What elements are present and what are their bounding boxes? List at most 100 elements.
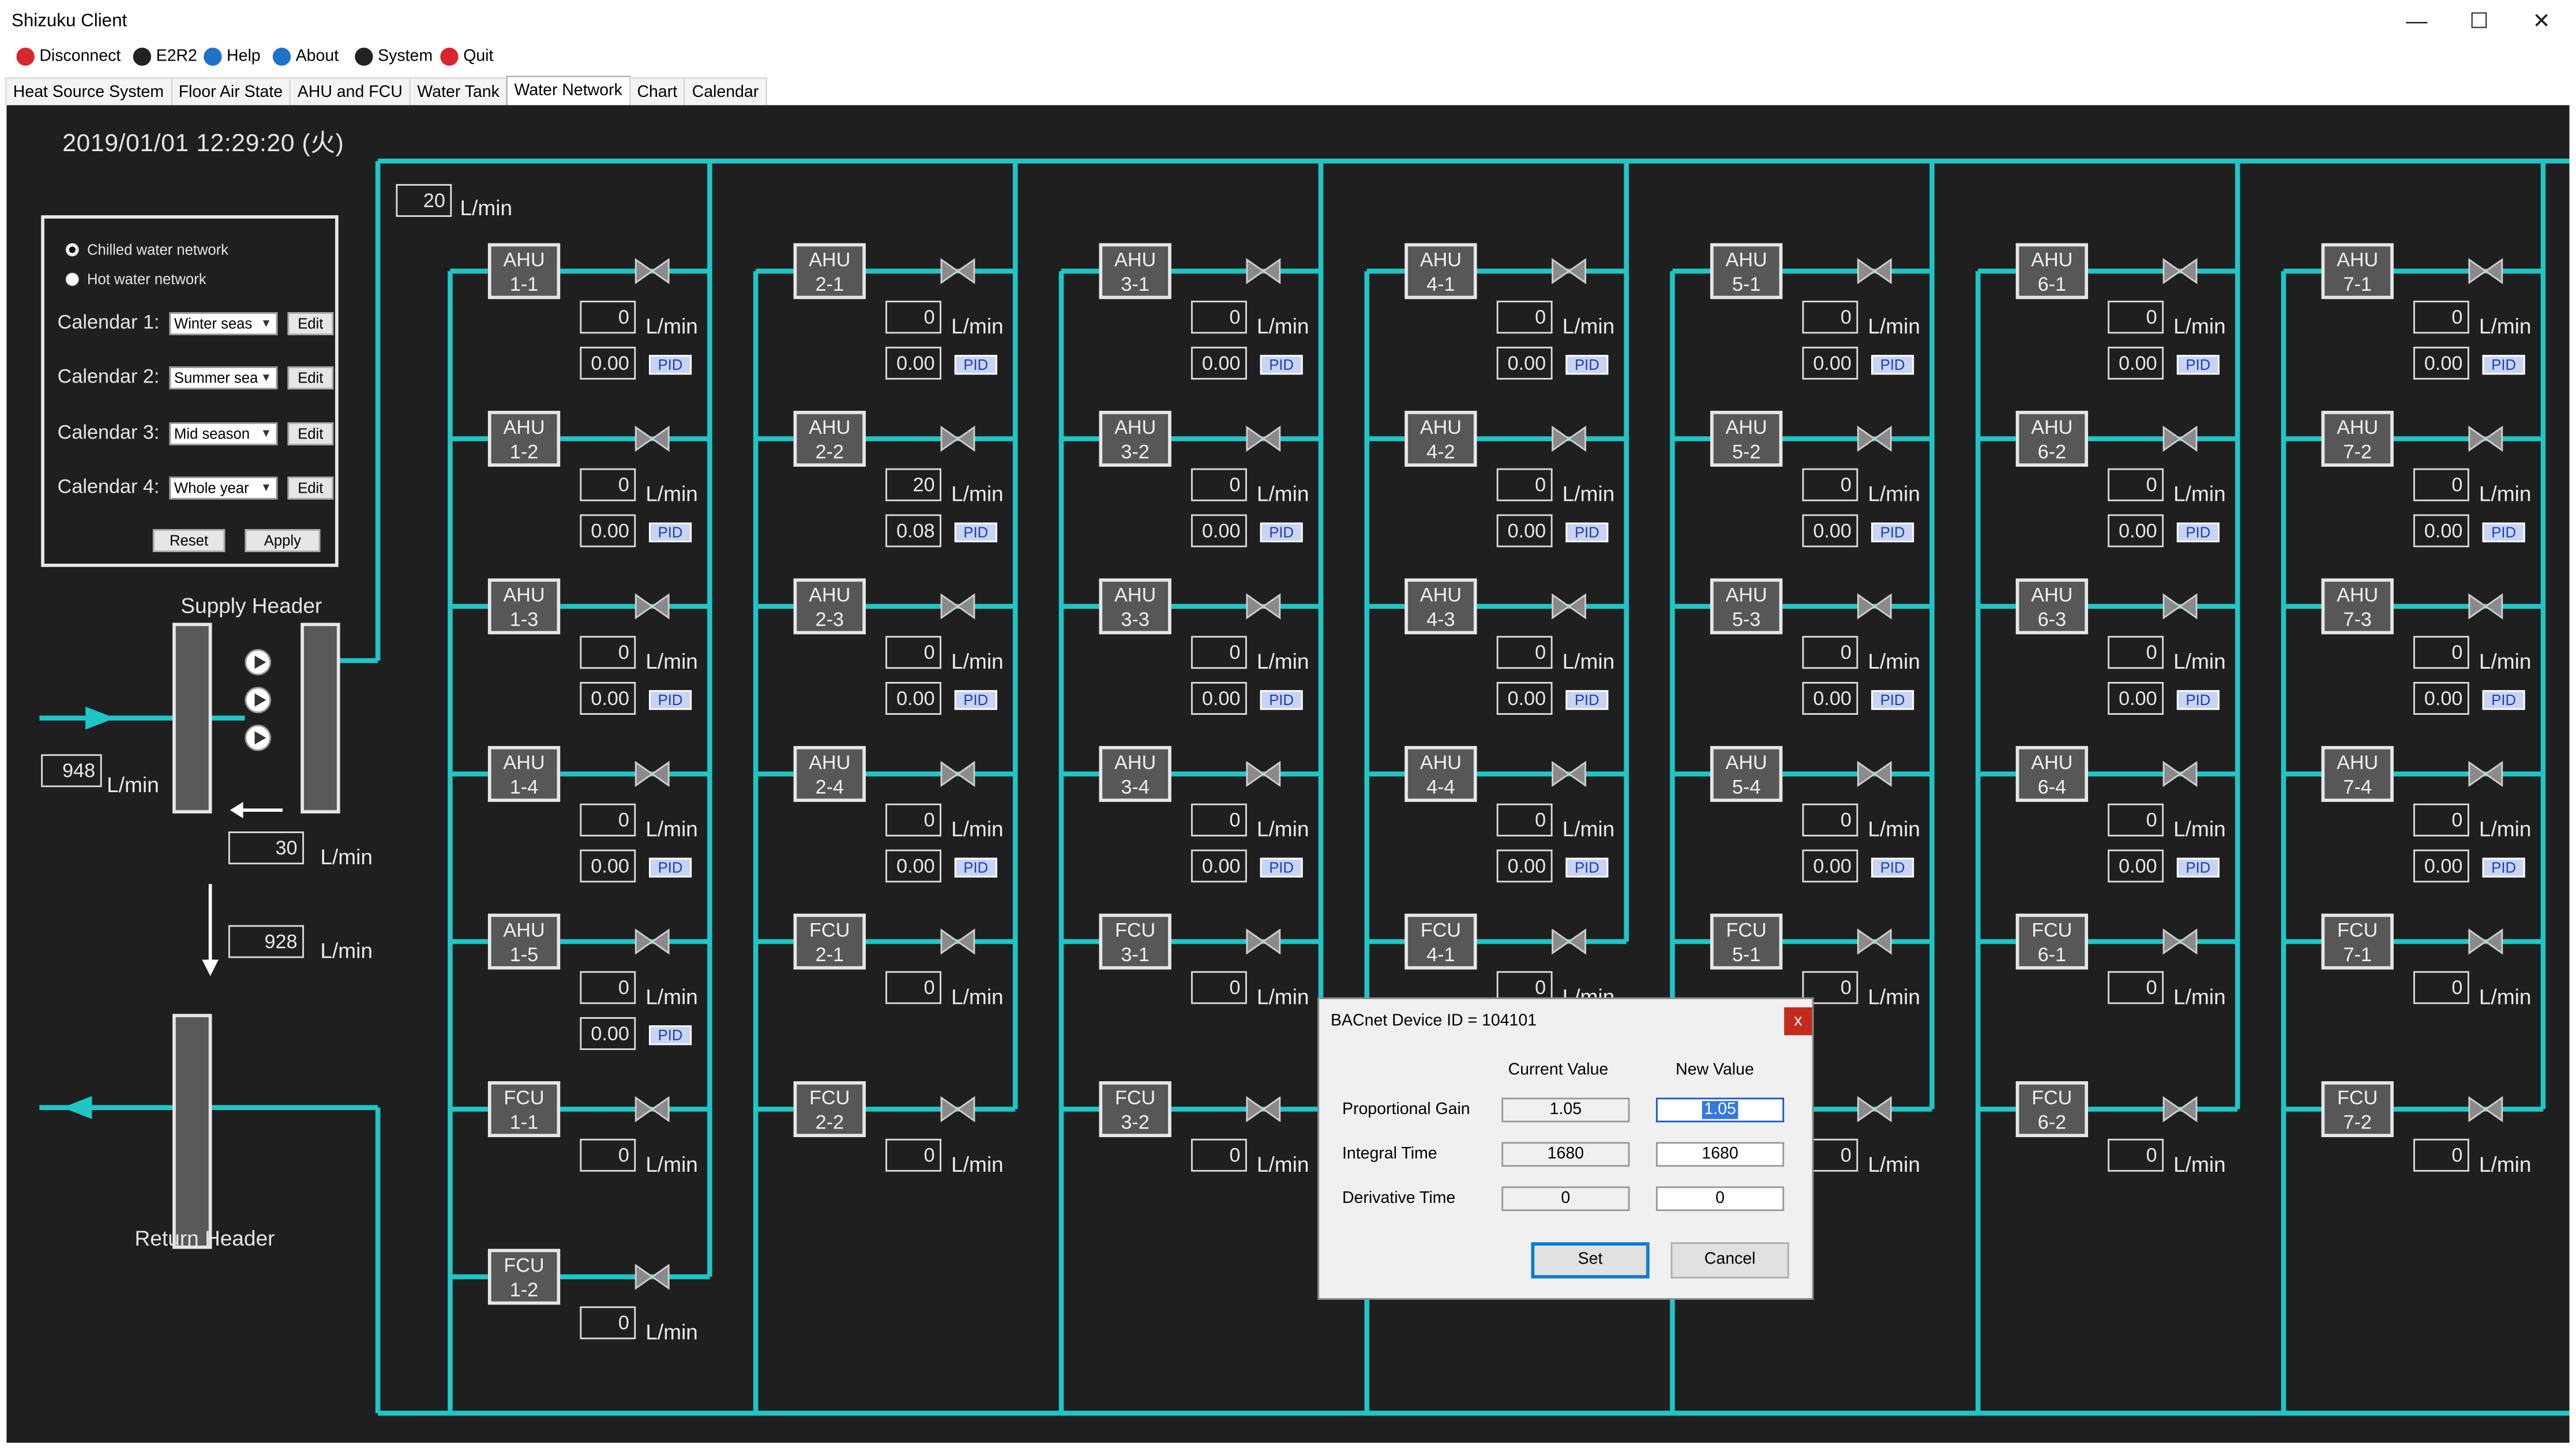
unit-block[interactable]: AHU 3-1 bbox=[1099, 243, 1171, 299]
pid-button[interactable]: PID bbox=[2482, 355, 2525, 375]
pid-button[interactable]: PID bbox=[1871, 522, 1914, 542]
unit-block[interactable]: AHU 7-4 bbox=[2321, 746, 2394, 802]
unit-block[interactable]: FCU 7-1 bbox=[2321, 913, 2394, 970]
minimize-button[interactable]: — bbox=[2386, 3, 2448, 40]
pid-button[interactable]: PID bbox=[1260, 522, 1303, 542]
unit-block[interactable]: AHU 4-3 bbox=[1405, 578, 1477, 635]
pid-button[interactable]: PID bbox=[1871, 857, 1914, 878]
unit-block[interactable]: AHU 1-1 bbox=[487, 243, 561, 299]
unit-block[interactable]: AHU 2-1 bbox=[793, 243, 866, 299]
new-value-input[interactable]: 0 bbox=[1655, 1186, 1785, 1212]
chilled-water-radio[interactable]: Chilled water network bbox=[65, 242, 228, 258]
tab-chart[interactable]: Chart bbox=[629, 77, 686, 106]
apply-button[interactable]: Apply bbox=[245, 529, 321, 552]
unit-block[interactable]: FCU 6-2 bbox=[2015, 1081, 2089, 1137]
pid-button[interactable]: PID bbox=[1565, 355, 1609, 375]
new-value-input[interactable]: 1680 bbox=[1655, 1142, 1785, 1167]
calendar-edit-button[interactable]: Edit bbox=[287, 422, 334, 445]
calendar-select[interactable]: Summer sea ▾ bbox=[169, 366, 278, 390]
unit-block[interactable]: AHU 6-4 bbox=[2015, 746, 2089, 802]
unit-block[interactable]: AHU 6-2 bbox=[2015, 411, 2089, 467]
pid-button[interactable]: PID bbox=[1565, 522, 1609, 542]
unit-block[interactable]: AHU 5-3 bbox=[1710, 578, 1783, 635]
pid-button[interactable]: PID bbox=[649, 690, 692, 710]
pid-button[interactable]: PID bbox=[1260, 355, 1303, 375]
unit-block[interactable]: AHU 2-3 bbox=[793, 578, 866, 635]
unit-block[interactable]: FCU 2-2 bbox=[793, 1081, 866, 1137]
unit-block[interactable]: AHU 6-1 bbox=[2015, 243, 2089, 299]
unit-block[interactable]: AHU 1-5 bbox=[487, 913, 561, 970]
close-button[interactable]: ✕ bbox=[2510, 3, 2573, 40]
unit-block[interactable]: FCU 4-1 bbox=[1405, 913, 1477, 970]
unit-block[interactable]: AHU 1-4 bbox=[487, 746, 561, 802]
tab-heat-source-system[interactable]: Heat Source System bbox=[5, 77, 172, 106]
unit-block[interactable]: AHU 2-4 bbox=[793, 746, 866, 802]
radio-selected-icon[interactable] bbox=[65, 243, 79, 257]
dialog-close-button[interactable]: x bbox=[1784, 1007, 1812, 1036]
calendar-edit-button[interactable]: Edit bbox=[287, 476, 334, 500]
maximize-button[interactable]: ☐ bbox=[2448, 3, 2510, 40]
unit-block[interactable]: AHU 3-3 bbox=[1099, 578, 1171, 635]
unit-block[interactable]: AHU 4-2 bbox=[1405, 411, 1477, 467]
chevron-down-icon[interactable]: ▾ bbox=[258, 478, 275, 498]
unit-block[interactable]: AHU 6-3 bbox=[2015, 578, 2089, 635]
pid-button[interactable]: PID bbox=[1871, 355, 1914, 375]
pid-button[interactable]: PID bbox=[2482, 522, 2525, 542]
unit-block[interactable]: AHU 4-1 bbox=[1405, 243, 1477, 299]
hot-water-radio[interactable]: Hot water network bbox=[65, 271, 206, 287]
pid-button[interactable]: PID bbox=[1871, 690, 1914, 710]
unit-block[interactable]: FCU 1-1 bbox=[487, 1081, 561, 1137]
unit-block[interactable]: AHU 5-1 bbox=[1710, 243, 1783, 299]
pid-button[interactable]: PID bbox=[2176, 355, 2220, 375]
pid-button[interactable]: PID bbox=[2482, 690, 2525, 710]
pid-button[interactable]: PID bbox=[649, 857, 692, 878]
unit-block[interactable]: FCU 3-1 bbox=[1099, 913, 1171, 970]
quit-button[interactable]: Quit bbox=[440, 47, 493, 66]
chevron-down-icon[interactable]: ▾ bbox=[258, 314, 275, 334]
calendar-select[interactable]: Whole year ▾ bbox=[169, 476, 278, 500]
tab-water-tank[interactable]: Water Tank bbox=[409, 77, 508, 106]
set-button[interactable]: Set bbox=[1531, 1242, 1650, 1278]
pid-button[interactable]: PID bbox=[1565, 690, 1609, 710]
e2r2-button[interactable]: E2R2 bbox=[133, 47, 197, 66]
pid-button[interactable]: PID bbox=[1565, 857, 1609, 878]
unit-block[interactable]: AHU 3-2 bbox=[1099, 411, 1171, 467]
unit-block[interactable]: FCU 7-2 bbox=[2321, 1081, 2394, 1137]
tab-water-network[interactable]: Water Network bbox=[506, 76, 631, 106]
unit-block[interactable]: AHU 2-2 bbox=[793, 411, 866, 467]
calendar-edit-button[interactable]: Edit bbox=[287, 366, 334, 390]
unit-block[interactable]: AHU 5-4 bbox=[1710, 746, 1783, 802]
pid-button[interactable]: PID bbox=[2176, 857, 2220, 878]
calendar-select[interactable]: Mid season ▾ bbox=[169, 422, 278, 445]
pid-button[interactable]: PID bbox=[649, 522, 692, 542]
about-button[interactable]: About bbox=[272, 47, 339, 66]
tab-calendar[interactable]: Calendar bbox=[684, 77, 767, 106]
pid-button[interactable]: PID bbox=[2176, 690, 2220, 710]
unit-block[interactable]: FCU 3-2 bbox=[1099, 1081, 1171, 1137]
pid-button[interactable]: PID bbox=[1260, 857, 1303, 878]
pid-button[interactable]: PID bbox=[954, 522, 997, 542]
chevron-down-icon[interactable]: ▾ bbox=[258, 368, 275, 388]
calendar-edit-button[interactable]: Edit bbox=[287, 312, 334, 336]
radio-unselected-icon[interactable] bbox=[65, 272, 79, 286]
unit-block[interactable]: AHU 7-2 bbox=[2321, 411, 2394, 467]
pid-button[interactable]: PID bbox=[649, 355, 692, 375]
cancel-button[interactable]: Cancel bbox=[1670, 1242, 1789, 1278]
pid-button[interactable]: PID bbox=[954, 690, 997, 710]
system-button[interactable]: System bbox=[355, 47, 433, 66]
help-button[interactable]: Help bbox=[204, 47, 261, 66]
unit-block[interactable]: FCU 2-1 bbox=[793, 913, 866, 970]
unit-block[interactable]: AHU 4-4 bbox=[1405, 746, 1477, 802]
calendar-select[interactable]: Winter seas ▾ bbox=[169, 312, 278, 336]
pid-button[interactable]: PID bbox=[1260, 690, 1303, 710]
pid-button[interactable]: PID bbox=[2482, 857, 2525, 878]
unit-block[interactable]: AHU 1-3 bbox=[487, 578, 561, 635]
chevron-down-icon[interactable]: ▾ bbox=[258, 423, 275, 444]
pid-button[interactable]: PID bbox=[954, 857, 997, 878]
unit-block[interactable]: FCU 1-2 bbox=[487, 1248, 561, 1305]
unit-block[interactable]: AHU 3-4 bbox=[1099, 746, 1171, 802]
tab-floor-air-state[interactable]: Floor Air State bbox=[170, 77, 291, 106]
pid-button[interactable]: PID bbox=[649, 1025, 692, 1045]
pid-button[interactable]: PID bbox=[2176, 522, 2220, 542]
unit-block[interactable]: FCU 6-1 bbox=[2015, 913, 2089, 970]
